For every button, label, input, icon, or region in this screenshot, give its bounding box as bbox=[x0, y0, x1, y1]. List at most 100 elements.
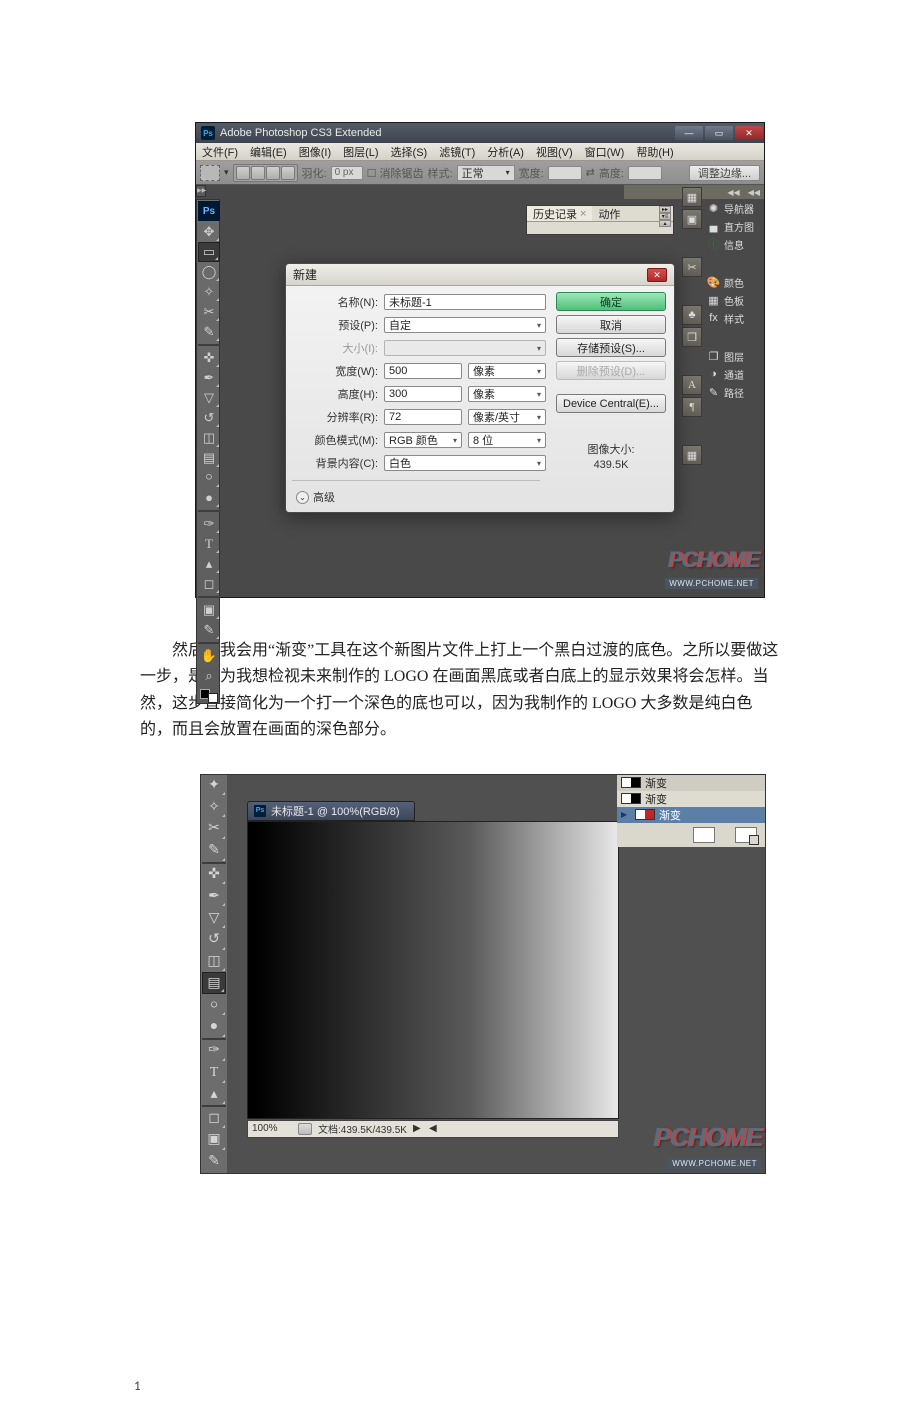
hand-tool-icon[interactable]: ✋ bbox=[198, 646, 220, 666]
brush-tool-icon[interactable]: ✒ bbox=[198, 368, 220, 388]
tab-actions[interactable]: 动作 bbox=[592, 206, 626, 221]
dock-icon-6[interactable]: A bbox=[682, 375, 702, 395]
pen-tool-icon[interactable]: ✑ bbox=[198, 514, 220, 534]
document-tab[interactable]: Ps 未标题-1 @ 100%(RGB/8) bbox=[247, 801, 415, 821]
eraser-tool-icon[interactable]: ◫ bbox=[202, 951, 226, 973]
device-central-button[interactable]: Device Central(E)... bbox=[556, 394, 666, 413]
dock-navigator[interactable]: ✺导航器 bbox=[704, 199, 764, 217]
swap-wh-icon[interactable]: ⇄ bbox=[586, 166, 595, 179]
dock-icon-1[interactable]: ▦ bbox=[682, 187, 702, 207]
dock-icon-3[interactable]: ✂ bbox=[682, 257, 702, 277]
blur-tool-icon[interactable]: ০ bbox=[202, 994, 226, 1016]
pen-tool-icon[interactable]: ✑ bbox=[202, 1040, 226, 1062]
menu-window[interactable]: 窗口(W) bbox=[579, 144, 631, 160]
type-tool-icon[interactable]: T bbox=[198, 534, 220, 554]
width-input[interactable]: 500 bbox=[384, 363, 462, 379]
dock-styles[interactable]: fx样式 bbox=[704, 309, 764, 327]
menu-select[interactable]: 选择(S) bbox=[385, 144, 434, 160]
type-tool-icon[interactable]: T bbox=[202, 1062, 226, 1084]
tool-marquee-icon[interactable] bbox=[200, 165, 220, 181]
lasso-tool-icon[interactable]: ◯ bbox=[198, 262, 220, 282]
height-unit-select[interactable]: 像素▾ bbox=[468, 386, 546, 402]
dock-color[interactable]: 🎨颜色 bbox=[704, 273, 764, 291]
dodge-tool-icon[interactable]: ● bbox=[202, 1016, 226, 1038]
lasso-tool-icon[interactable]: ✦ bbox=[202, 775, 226, 797]
stamp-tool-icon[interactable]: ▽ bbox=[202, 907, 226, 929]
shape-tool-icon[interactable]: ◻ bbox=[198, 574, 220, 594]
tab-history[interactable]: 历史记录× bbox=[527, 206, 592, 221]
gradient-tool-icon[interactable]: ▤ bbox=[198, 448, 220, 468]
width-input[interactable] bbox=[548, 166, 582, 180]
status-menu-icon[interactable]: ▶ bbox=[413, 1123, 423, 1134]
crop-tool-icon[interactable]: ✂ bbox=[198, 302, 220, 322]
status-icon[interactable] bbox=[298, 1123, 312, 1135]
zoom-level[interactable]: 100% bbox=[252, 1123, 292, 1134]
history-brush-tool-icon[interactable]: ↺ bbox=[198, 408, 220, 428]
height-input[interactable]: 300 bbox=[384, 386, 462, 402]
path-select-tool-icon[interactable]: ▴ bbox=[202, 1084, 226, 1106]
cancel-button[interactable]: 取消 bbox=[556, 315, 666, 334]
selection-intersect-icon[interactable] bbox=[281, 166, 295, 180]
color-swatch[interactable] bbox=[200, 689, 218, 703]
history-brush-tool-icon[interactable]: ↺ bbox=[202, 929, 226, 951]
canvas-gradient[interactable] bbox=[247, 821, 619, 1119]
save-preset-button[interactable]: 存储预设(S)... bbox=[556, 338, 666, 357]
shape-tool-icon[interactable]: ◻ bbox=[202, 1107, 226, 1129]
crop-tool-icon[interactable]: ✂ bbox=[202, 818, 226, 840]
scroll-left-icon[interactable]: ◀ bbox=[429, 1123, 439, 1134]
dialog-close-button[interactable]: ✕ bbox=[647, 268, 667, 282]
dock-layers[interactable]: ❐图层 bbox=[704, 347, 764, 365]
dock-swatches[interactable]: ▦色板 bbox=[704, 291, 764, 309]
move-tool-icon[interactable]: ✥ bbox=[198, 222, 220, 242]
gradient-tab-2[interactable]: 渐变 bbox=[617, 791, 765, 807]
resolution-unit-select[interactable]: 像素/英寸▾ bbox=[468, 409, 546, 425]
scroll-up-icon[interactable]: ▴ bbox=[659, 220, 671, 227]
marquee-tool-icon[interactable]: ▭ bbox=[198, 242, 220, 262]
menu-image[interactable]: 图像(I) bbox=[293, 144, 337, 160]
close-icon[interactable]: × bbox=[580, 208, 586, 220]
blur-tool-icon[interactable]: ০ bbox=[198, 468, 220, 488]
menu-view[interactable]: 视图(V) bbox=[530, 144, 579, 160]
dock-icon-5[interactable]: ❐ bbox=[682, 327, 702, 347]
selection-new-icon[interactable] bbox=[236, 166, 250, 180]
ok-button[interactable]: 确定 bbox=[556, 292, 666, 311]
notes-tool-icon[interactable]: ▣ bbox=[198, 600, 220, 620]
tool-preset-dropdown-icon[interactable]: ▾ bbox=[224, 167, 229, 178]
dock-paths[interactable]: ✎路径 bbox=[704, 383, 764, 401]
resolution-input[interactable]: 72 bbox=[384, 409, 462, 425]
menu-file[interactable]: 文件(F) bbox=[196, 144, 244, 160]
stamp-tool-icon[interactable]: ▽ bbox=[198, 388, 220, 408]
dock-histogram[interactable]: ▄直方图 bbox=[704, 217, 764, 235]
menu-filter[interactable]: 滤镜(T) bbox=[433, 144, 481, 160]
menu-help[interactable]: 帮助(H) bbox=[630, 144, 679, 160]
gradient-tab-1[interactable]: 渐变 bbox=[617, 775, 765, 791]
height-input[interactable] bbox=[628, 166, 662, 180]
brush-tool-icon[interactable]: ✒ bbox=[202, 885, 226, 907]
new-preset-tile-icon[interactable] bbox=[735, 827, 757, 843]
preset-tile-icon[interactable] bbox=[693, 827, 715, 843]
dock-icon-8[interactable]: ▦ bbox=[682, 445, 702, 465]
advanced-toggle[interactable]: ⌄ 高级 bbox=[296, 489, 546, 505]
menu-edit[interactable]: 编辑(E) bbox=[244, 144, 293, 160]
bit-depth-select[interactable]: 8 位▾ bbox=[468, 432, 546, 448]
name-input[interactable]: 未标题-1 bbox=[384, 294, 546, 310]
minimize-button[interactable]: — bbox=[675, 126, 703, 140]
gradient-tab-active[interactable]: ▶渐变 bbox=[617, 807, 765, 823]
gradient-tool-icon[interactable]: ▤ bbox=[202, 972, 226, 994]
slice-tool-icon[interactable]: ✎ bbox=[198, 322, 220, 342]
dodge-tool-icon[interactable]: ● bbox=[198, 488, 220, 508]
menu-layer[interactable]: 图层(L) bbox=[337, 144, 384, 160]
panel-menu-icon[interactable]: ▾≡ bbox=[659, 213, 671, 220]
bg-content-select[interactable]: 白色▾ bbox=[384, 455, 546, 471]
dock-icon-2[interactable]: ▣ bbox=[682, 209, 702, 229]
refine-edge-button[interactable]: 调整边缘... bbox=[689, 165, 760, 181]
style-select[interactable]: 正常▾ bbox=[457, 165, 515, 181]
eyedropper-tool-icon[interactable]: ✎ bbox=[202, 1151, 226, 1173]
maximize-button[interactable]: ▭ bbox=[705, 126, 733, 140]
dock-icon-7[interactable]: ¶ bbox=[682, 397, 702, 417]
heal-tool-icon[interactable]: ✜ bbox=[198, 348, 220, 368]
eraser-tool-icon[interactable]: ◫ bbox=[198, 428, 220, 448]
menu-analysis[interactable]: 分析(A) bbox=[481, 144, 530, 160]
slice-tool-icon[interactable]: ✎ bbox=[202, 840, 226, 862]
zoom-tool-icon[interactable]: ⌕ bbox=[198, 666, 220, 686]
